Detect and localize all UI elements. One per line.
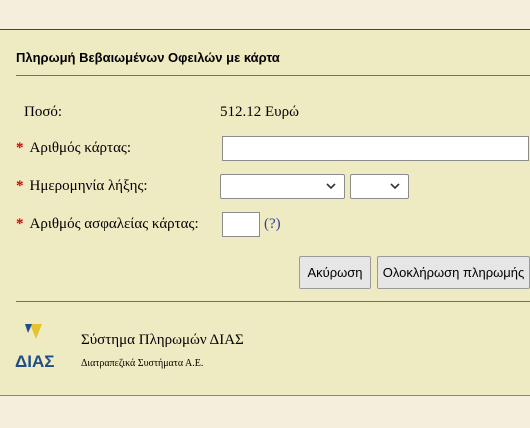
payment-panel: Πληρωμή Βεβαιωμένων Οφειλών με κάρτα Ποσ… [0,29,530,396]
card-number-label-text: Αριθμός κάρτας: [29,140,132,156]
chevron-down-icon [326,183,336,190]
required-mark: * [16,178,24,194]
expiry-label: * Ημερομηνία λήξης: [16,178,148,195]
card-number-label: * Αριθμός κάρτας: [16,140,131,157]
top-strip [0,0,530,29]
company-name: Διατραπεζικά Συστήματα Α.Ε. [81,358,204,369]
logo-emblem [30,324,42,339]
expiry-year-select[interactable] [350,174,409,199]
cvv-help-link[interactable]: (?) [264,216,281,233]
title-divider [16,75,530,76]
cvv-input[interactable] [222,212,260,237]
complete-payment-button[interactable]: Ολοκλήρωση πληρωμής [377,256,530,289]
cvv-label-text: Αριθμός ασφαλείας κάρτας: [29,216,199,232]
expiry-label-text: Ημερομηνία λήξης: [29,178,148,194]
cancel-button[interactable]: Ακύρωση [299,256,371,289]
cvv-label: * Αριθμός ασφαλείας κάρτας: [16,216,199,233]
card-number-input[interactable] [222,136,529,161]
required-mark: * [16,140,24,156]
amount-label: Ποσό: [24,104,63,120]
logo-text: ΔΙΑΣ [15,352,54,371]
dias-logo: ΔΙΑΣ [15,324,54,371]
footer-divider [16,301,530,302]
required-mark: * [16,216,24,232]
amount-value: 512.12 Ευρώ [220,104,299,120]
chevron-down-icon [390,183,400,190]
expiry-month-select[interactable] [220,174,345,199]
form-title: Πληρωμή Βεβαιωμένων Οφειλών με κάρτα [16,50,280,65]
payment-system-name: Σύστημα Πληρωμών ΔΙΑΣ [81,332,244,348]
logo-emblem-side [25,324,32,333]
